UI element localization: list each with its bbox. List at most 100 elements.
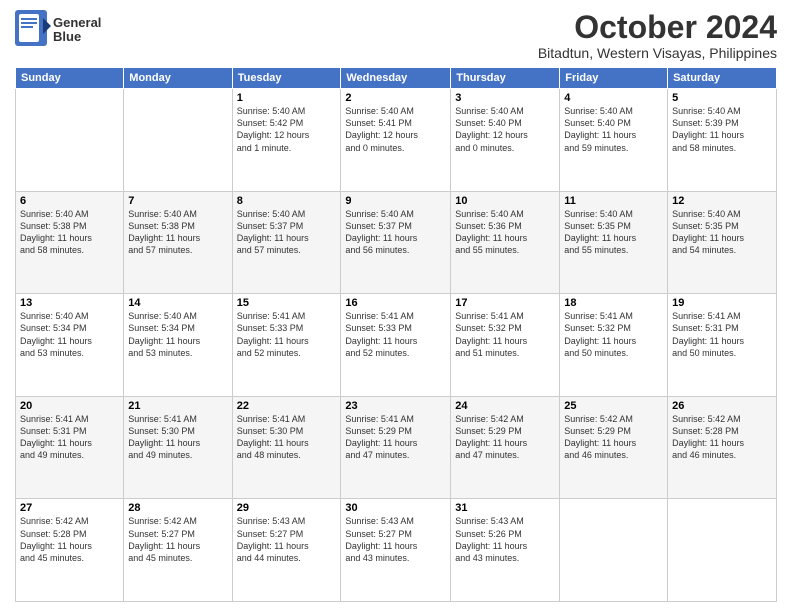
day-number: 4 (564, 92, 663, 104)
day-detail: Sunrise: 5:40 AM Sunset: 5:36 PM Dayligh… (455, 208, 555, 257)
day-number: 11 (564, 195, 663, 207)
day-number: 19 (672, 297, 772, 309)
day-detail: Sunrise: 5:42 AM Sunset: 5:28 PM Dayligh… (20, 515, 119, 564)
day-detail: Sunrise: 5:42 AM Sunset: 5:27 PM Dayligh… (128, 515, 227, 564)
day-number: 8 (237, 195, 337, 207)
calendar-cell: 25Sunrise: 5:42 AM Sunset: 5:29 PM Dayli… (560, 396, 668, 499)
day-number: 28 (128, 502, 227, 514)
day-number: 26 (672, 400, 772, 412)
col-header-tuesday: Tuesday (232, 68, 341, 89)
day-number: 25 (564, 400, 663, 412)
day-number: 10 (455, 195, 555, 207)
calendar-cell: 3Sunrise: 5:40 AM Sunset: 5:40 PM Daylig… (451, 89, 560, 192)
calendar-cell: 16Sunrise: 5:41 AM Sunset: 5:33 PM Dayli… (341, 294, 451, 397)
location: Bitadtun, Western Visayas, Philippines (538, 45, 777, 61)
day-number: 16 (345, 297, 446, 309)
calendar: SundayMondayTuesdayWednesdayThursdayFrid… (15, 67, 777, 602)
day-number: 14 (128, 297, 227, 309)
calendar-cell: 15Sunrise: 5:41 AM Sunset: 5:33 PM Dayli… (232, 294, 341, 397)
day-detail: Sunrise: 5:41 AM Sunset: 5:31 PM Dayligh… (672, 310, 772, 359)
day-detail: Sunrise: 5:42 AM Sunset: 5:29 PM Dayligh… (455, 413, 555, 462)
day-number: 31 (455, 502, 555, 514)
day-number: 23 (345, 400, 446, 412)
day-number: 7 (128, 195, 227, 207)
day-number: 24 (455, 400, 555, 412)
calendar-cell: 4Sunrise: 5:40 AM Sunset: 5:40 PM Daylig… (560, 89, 668, 192)
logo-text: General Blue (53, 16, 101, 45)
calendar-cell: 13Sunrise: 5:40 AM Sunset: 5:34 PM Dayli… (16, 294, 124, 397)
title-block: October 2024 Bitadtun, Western Visayas, … (538, 10, 777, 61)
day-number: 2 (345, 92, 446, 104)
calendar-cell: 20Sunrise: 5:41 AM Sunset: 5:31 PM Dayli… (16, 396, 124, 499)
calendar-cell: 2Sunrise: 5:40 AM Sunset: 5:41 PM Daylig… (341, 89, 451, 192)
day-detail: Sunrise: 5:42 AM Sunset: 5:28 PM Dayligh… (672, 413, 772, 462)
day-detail: Sunrise: 5:40 AM Sunset: 5:41 PM Dayligh… (345, 105, 446, 154)
day-number: 15 (237, 297, 337, 309)
day-detail: Sunrise: 5:41 AM Sunset: 5:30 PM Dayligh… (237, 413, 337, 462)
calendar-cell: 7Sunrise: 5:40 AM Sunset: 5:38 PM Daylig… (124, 191, 232, 294)
calendar-cell: 21Sunrise: 5:41 AM Sunset: 5:30 PM Dayli… (124, 396, 232, 499)
header: General Blue October 2024 Bitadtun, West… (15, 10, 777, 61)
day-number: 9 (345, 195, 446, 207)
calendar-cell: 28Sunrise: 5:42 AM Sunset: 5:27 PM Dayli… (124, 499, 232, 602)
calendar-cell: 19Sunrise: 5:41 AM Sunset: 5:31 PM Dayli… (668, 294, 777, 397)
calendar-cell (668, 499, 777, 602)
calendar-cell: 14Sunrise: 5:40 AM Sunset: 5:34 PM Dayli… (124, 294, 232, 397)
day-number: 17 (455, 297, 555, 309)
day-number: 1 (237, 92, 337, 104)
day-detail: Sunrise: 5:41 AM Sunset: 5:33 PM Dayligh… (345, 310, 446, 359)
col-header-wednesday: Wednesday (341, 68, 451, 89)
col-header-friday: Friday (560, 68, 668, 89)
logo-line1: General (53, 16, 101, 30)
day-number: 27 (20, 502, 119, 514)
day-number: 5 (672, 92, 772, 104)
col-header-sunday: Sunday (16, 68, 124, 89)
calendar-cell (16, 89, 124, 192)
day-detail: Sunrise: 5:41 AM Sunset: 5:31 PM Dayligh… (20, 413, 119, 462)
calendar-cell: 22Sunrise: 5:41 AM Sunset: 5:30 PM Dayli… (232, 396, 341, 499)
calendar-cell: 24Sunrise: 5:42 AM Sunset: 5:29 PM Dayli… (451, 396, 560, 499)
day-number: 29 (237, 502, 337, 514)
day-detail: Sunrise: 5:41 AM Sunset: 5:33 PM Dayligh… (237, 310, 337, 359)
day-number: 12 (672, 195, 772, 207)
month-title: October 2024 (538, 10, 777, 45)
day-detail: Sunrise: 5:43 AM Sunset: 5:27 PM Dayligh… (345, 515, 446, 564)
calendar-cell: 6Sunrise: 5:40 AM Sunset: 5:38 PM Daylig… (16, 191, 124, 294)
calendar-cell (124, 89, 232, 192)
day-detail: Sunrise: 5:40 AM Sunset: 5:40 PM Dayligh… (455, 105, 555, 154)
day-detail: Sunrise: 5:40 AM Sunset: 5:35 PM Dayligh… (564, 208, 663, 257)
day-detail: Sunrise: 5:40 AM Sunset: 5:42 PM Dayligh… (237, 105, 337, 154)
calendar-cell: 31Sunrise: 5:43 AM Sunset: 5:26 PM Dayli… (451, 499, 560, 602)
day-number: 3 (455, 92, 555, 104)
calendar-cell: 26Sunrise: 5:42 AM Sunset: 5:28 PM Dayli… (668, 396, 777, 499)
day-detail: Sunrise: 5:40 AM Sunset: 5:37 PM Dayligh… (345, 208, 446, 257)
day-number: 30 (345, 502, 446, 514)
day-number: 6 (20, 195, 119, 207)
day-detail: Sunrise: 5:40 AM Sunset: 5:34 PM Dayligh… (20, 310, 119, 359)
calendar-cell: 8Sunrise: 5:40 AM Sunset: 5:37 PM Daylig… (232, 191, 341, 294)
calendar-cell: 5Sunrise: 5:40 AM Sunset: 5:39 PM Daylig… (668, 89, 777, 192)
day-detail: Sunrise: 5:40 AM Sunset: 5:40 PM Dayligh… (564, 105, 663, 154)
day-detail: Sunrise: 5:40 AM Sunset: 5:37 PM Dayligh… (237, 208, 337, 257)
day-detail: Sunrise: 5:43 AM Sunset: 5:26 PM Dayligh… (455, 515, 555, 564)
day-detail: Sunrise: 5:42 AM Sunset: 5:29 PM Dayligh… (564, 413, 663, 462)
col-header-thursday: Thursday (451, 68, 560, 89)
col-header-monday: Monday (124, 68, 232, 89)
calendar-cell: 10Sunrise: 5:40 AM Sunset: 5:36 PM Dayli… (451, 191, 560, 294)
day-detail: Sunrise: 5:41 AM Sunset: 5:32 PM Dayligh… (564, 310, 663, 359)
day-detail: Sunrise: 5:41 AM Sunset: 5:32 PM Dayligh… (455, 310, 555, 359)
calendar-cell: 17Sunrise: 5:41 AM Sunset: 5:32 PM Dayli… (451, 294, 560, 397)
calendar-cell: 30Sunrise: 5:43 AM Sunset: 5:27 PM Dayli… (341, 499, 451, 602)
calendar-cell: 18Sunrise: 5:41 AM Sunset: 5:32 PM Dayli… (560, 294, 668, 397)
day-detail: Sunrise: 5:40 AM Sunset: 5:38 PM Dayligh… (128, 208, 227, 257)
logo: General Blue (15, 10, 101, 50)
day-number: 13 (20, 297, 119, 309)
calendar-cell: 23Sunrise: 5:41 AM Sunset: 5:29 PM Dayli… (341, 396, 451, 499)
day-detail: Sunrise: 5:43 AM Sunset: 5:27 PM Dayligh… (237, 515, 337, 564)
calendar-cell: 12Sunrise: 5:40 AM Sunset: 5:35 PM Dayli… (668, 191, 777, 294)
day-detail: Sunrise: 5:40 AM Sunset: 5:35 PM Dayligh… (672, 208, 772, 257)
day-detail: Sunrise: 5:41 AM Sunset: 5:29 PM Dayligh… (345, 413, 446, 462)
day-number: 18 (564, 297, 663, 309)
day-number: 22 (237, 400, 337, 412)
calendar-cell: 1Sunrise: 5:40 AM Sunset: 5:42 PM Daylig… (232, 89, 341, 192)
